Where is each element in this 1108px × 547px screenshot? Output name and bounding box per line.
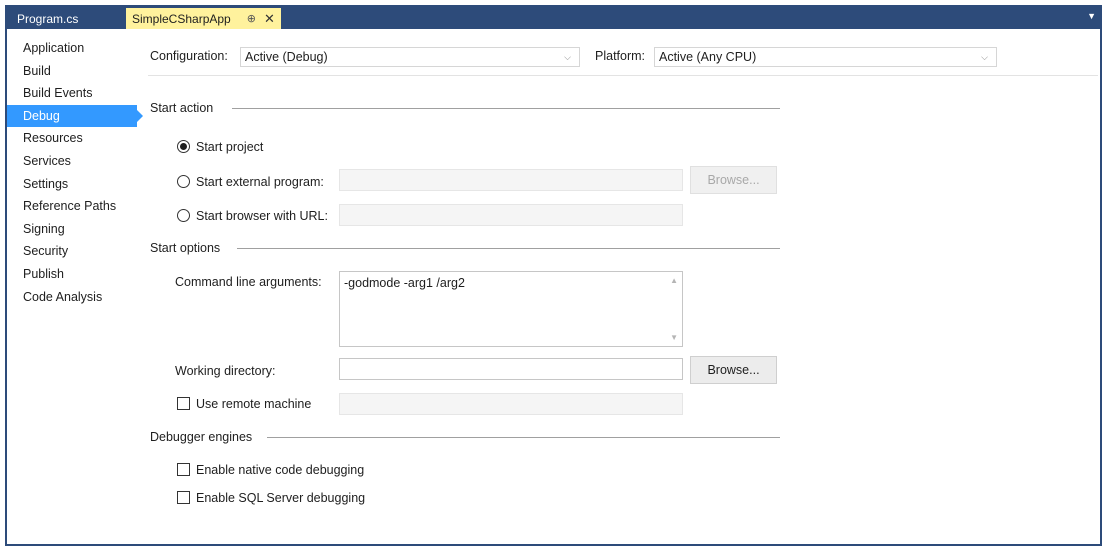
project-properties-panel: Application Build Build Events Debug Res… [7,29,1100,544]
use-remote-machine-label: Use remote machine [196,397,312,411]
sql-server-debugging-label: Enable SQL Server debugging [196,491,366,505]
configuration-value: Active (Debug) [245,50,328,64]
sidebar-item-publish[interactable]: Publish [7,263,137,286]
scroll-up-icon[interactable]: ▲ [670,276,678,285]
chevron-down-icon[interactable]: ▼ [1087,11,1096,21]
platform-label: Platform: [595,49,646,63]
chevron-down-icon: ⌵ [981,52,988,62]
use-remote-machine-checkbox[interactable] [177,397,190,410]
command-line-label: Command line arguments: [175,275,322,289]
debugger-engines-title: Debugger engines [150,430,263,444]
sidebar-item-code-analysis[interactable]: Code Analysis [7,286,137,309]
native-code-debugging-label: Enable native code debugging [196,463,365,477]
configuration-bar: Configuration: Active (Debug) ⌵ Platform… [148,39,1098,76]
tab-program-cs[interactable]: Program.cs [9,9,123,29]
command-line-textarea[interactable]: -godmode -arg1 /arg2 ▲ ▼ [339,271,683,347]
browse-working-directory-button[interactable]: Browse... [690,356,777,384]
platform-dropdown[interactable]: Active (Any CPU) ⌵ [654,47,997,67]
document-tab-strip: Program.cs SimpleCSharpApp ⊕ ✕ ▼ [5,5,1102,29]
command-line-value: -godmode -arg1 /arg2 [344,276,465,290]
configuration-dropdown[interactable]: Active (Debug) ⌵ [240,47,580,67]
tab-simplecsharpapp[interactable]: SimpleCSharpApp ⊕ ✕ [126,8,281,29]
configuration-label: Configuration: [150,49,228,63]
start-project-label: Start project [196,140,264,154]
sidebar-item-reference-paths[interactable]: Reference Paths [7,195,137,218]
remote-machine-field[interactable] [339,393,683,415]
start-project-radio[interactable] [177,140,190,153]
native-code-debugging-checkbox[interactable] [177,463,190,476]
browser-url-field[interactable] [339,204,683,226]
start-options-title: Start options [150,241,231,255]
sidebar-item-resources[interactable]: Resources [7,127,137,150]
pin-icon[interactable]: ⊕ [247,12,256,25]
sidebar-item-security[interactable]: Security [7,240,137,263]
platform-value: Active (Any CPU) [659,50,757,64]
window-frame: Program.cs SimpleCSharpApp ⊕ ✕ ▼ Applica… [5,5,1102,546]
start-browser-radio[interactable] [177,209,190,222]
section-divider [267,437,780,438]
tab-label: SimpleCSharpApp [132,11,231,26]
start-external-label: Start external program: [196,175,324,189]
sidebar-item-build[interactable]: Build [7,60,137,83]
section-divider [232,108,780,109]
sidebar-item-debug[interactable]: Debug [7,104,143,128]
close-icon[interactable]: ✕ [264,11,275,27]
external-program-field[interactable] [339,169,683,191]
working-directory-field[interactable] [339,358,683,380]
tab-label: Program.cs [17,12,79,26]
browse-external-button[interactable]: Browse... [690,166,777,194]
sql-server-debugging-checkbox[interactable] [177,491,190,504]
start-browser-label: Start browser with URL: [196,209,328,223]
chevron-down-icon: ⌵ [564,52,571,62]
sidebar-item-services[interactable]: Services [7,150,137,173]
start-action-title: Start action [150,101,224,115]
properties-sidebar: Application Build Build Events Debug Res… [7,37,143,309]
sidebar-item-application[interactable]: Application [7,37,137,60]
start-external-radio[interactable] [177,175,190,188]
sidebar-item-settings[interactable]: Settings [7,173,137,196]
scroll-down-icon[interactable]: ▼ [670,333,678,342]
working-directory-label: Working directory: [175,364,276,378]
sidebar-item-build-events[interactable]: Build Events [7,82,137,105]
sidebar-item-signing[interactable]: Signing [7,218,137,241]
section-divider [237,248,780,249]
